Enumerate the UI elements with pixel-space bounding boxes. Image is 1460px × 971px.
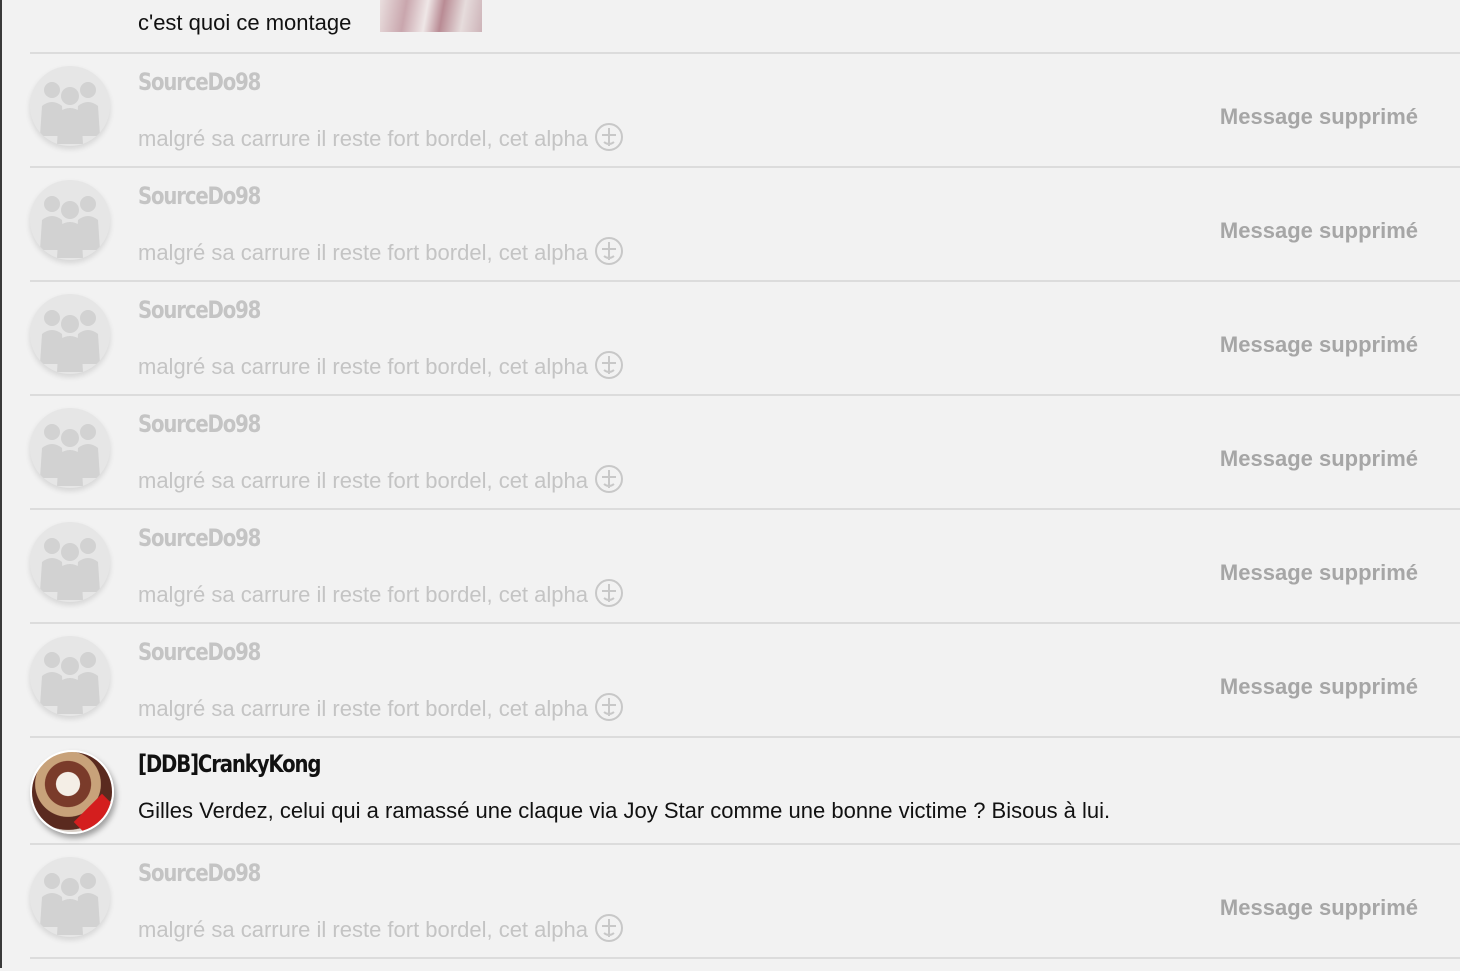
silhouette-avatar-icon[interactable] [30, 636, 110, 716]
chat-post: SourceDo98 malgré sa carrure il reste fo… [30, 282, 1460, 396]
post-text: malgré sa carrure il reste fort bordel, … [138, 692, 624, 728]
chat-post: SourceDo98 malgré sa carrure il reste fo… [30, 510, 1460, 624]
silhouette-avatar-icon[interactable] [30, 66, 110, 146]
post-author[interactable]: SourceDo98 [138, 638, 261, 666]
window-left-border [0, 0, 2, 968]
user-avatar[interactable] [30, 750, 114, 834]
post-text: malgré sa carrure il reste fort bordel, … [138, 464, 624, 500]
deleted-status-label: Message supprimé [1219, 104, 1418, 129]
deleted-status-label: Message supprimé [1219, 446, 1418, 471]
silhouette-avatar-icon[interactable] [30, 180, 110, 260]
silhouette-avatar-icon[interactable] [30, 857, 110, 937]
deleted-status-label: Message supprimé [1219, 332, 1418, 357]
post-author[interactable]: SourceDo98 [138, 859, 261, 887]
smiley-icon [594, 350, 624, 386]
post-text: malgré sa carrure il reste fort bordel, … [138, 350, 624, 386]
smiley-icon [594, 122, 624, 158]
post-author[interactable]: SourceDo98 [138, 296, 261, 324]
post-author[interactable]: SourceDo98 [138, 524, 261, 552]
next-post-edge [30, 959, 1460, 971]
post-text-content: malgré sa carrure il reste fort bordel, … [138, 696, 588, 721]
silhouette-avatar-icon[interactable] [30, 522, 110, 602]
chat-post: SourceDo98 malgré sa carrure il reste fo… [30, 168, 1460, 282]
post-text: malgré sa carrure il reste fort bordel, … [138, 236, 624, 272]
silhouette-avatar-icon[interactable] [30, 294, 110, 374]
avatar-decoration [73, 793, 112, 832]
smiley-icon [594, 236, 624, 272]
post-text-content: malgré sa carrure il reste fort bordel, … [138, 468, 588, 493]
smiley-icon [594, 578, 624, 614]
post-author[interactable]: SourceDo98 [138, 182, 261, 210]
chat-post: SourceDo98 malgré sa carrure il reste fo… [30, 624, 1460, 738]
chat-post: SourceDo98 malgré sa carrure il reste fo… [30, 396, 1460, 510]
chat-post: SourceDo98 malgré sa carrure il reste fo… [30, 845, 1460, 959]
previous-message-text: c'est quoi ce montage [138, 10, 352, 35]
deleted-status-label: Message supprimé [1219, 674, 1418, 699]
post-text: malgré sa carrure il reste fort bordel, … [138, 122, 624, 158]
post-text-content: malgré sa carrure il reste fort bordel, … [138, 582, 588, 607]
smiley-icon [594, 464, 624, 500]
post-text: malgré sa carrure il reste fort bordel, … [138, 578, 624, 614]
post-author[interactable]: SourceDo98 [138, 68, 261, 96]
message-feed: c'est quoi ce montage SourceDo98 malgré … [30, 0, 1460, 971]
chat-post: [DDB]CrankyKong Gilles Verdez, celui qui… [30, 738, 1460, 845]
smiley-icon [594, 913, 624, 949]
smiley-icon [594, 692, 624, 728]
post-text-content: malgré sa carrure il reste fort bordel, … [138, 917, 588, 942]
post-text-content: malgré sa carrure il reste fort bordel, … [138, 354, 588, 379]
post-text: Gilles Verdez, celui qui a ramassé une c… [138, 798, 1111, 823]
silhouette-avatar-icon[interactable] [30, 408, 110, 488]
deleted-status-label: Message supprimé [1219, 218, 1418, 243]
post-text-content: malgré sa carrure il reste fort bordel, … [138, 240, 588, 265]
chat-post: SourceDo98 malgré sa carrure il reste fo… [30, 54, 1460, 168]
post-text-content: malgré sa carrure il reste fort bordel, … [138, 126, 588, 151]
post-author[interactable]: [DDB]CrankyKong [138, 750, 321, 778]
deleted-status-label: Message supprimé [1219, 560, 1418, 585]
deleted-status-label: Message supprimé [1219, 895, 1418, 920]
post-text: malgré sa carrure il reste fort bordel, … [138, 913, 624, 949]
post-author[interactable]: SourceDo98 [138, 410, 261, 438]
embedded-image-thumbnail[interactable] [380, 0, 482, 32]
previous-message: c'est quoi ce montage [30, 0, 1460, 54]
